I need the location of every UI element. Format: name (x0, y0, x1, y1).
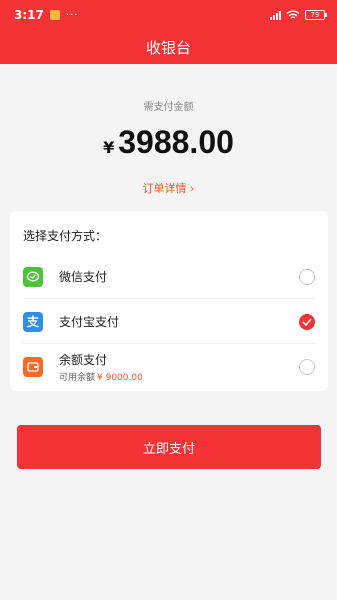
payment-option-text: 支付宝支付 (59, 313, 119, 330)
battery-icon: 79 (305, 10, 327, 20)
cellular-signal-icon (270, 10, 281, 20)
status-bar: 3:17 ··· 79 (0, 0, 337, 30)
more-notifications-icon: ··· (65, 9, 79, 21)
wechat-pay-icon (23, 266, 43, 287)
check-icon (302, 317, 312, 326)
payment-option-wechat[interactable]: 微信支付 (23, 255, 315, 299)
status-time: 3:17 (14, 8, 44, 22)
amount-value: 3988.00 (118, 124, 234, 160)
payment-option-label: 支付宝支付 (59, 315, 120, 329)
amount-section: 需支付金额 ¥ 3988.00 订单详情 › (0, 64, 337, 212)
available-balance-value: ¥ 9000.00 (97, 373, 143, 383)
payment-section-title: 选择支付方式： (23, 229, 108, 243)
status-indicators: 79 (270, 10, 327, 20)
payment-option-balance[interactable]: 余额支付 可用余额 ¥ 9000.00 (23, 345, 315, 389)
pay-now-button[interactable]: 立即支付 (17, 425, 321, 469)
balance-radio-button[interactable] (299, 359, 315, 375)
wechat-radio-button[interactable] (299, 268, 315, 285)
amount-caption: 需支付金额 (143, 102, 194, 113)
order-details-link[interactable]: 订单详情 › (0, 180, 337, 196)
amount-display: ¥ 3988.00 (0, 124, 337, 161)
alipay-icon: 支 (23, 311, 43, 332)
payment-option-label: 余额支付 (59, 353, 108, 367)
payment-option-text: 余额支付 可用余额 ¥ 9000.00 (59, 351, 143, 383)
page-header: 收银台 (0, 30, 337, 64)
wallet-icon (23, 357, 43, 377)
page-title: 收银台 (145, 38, 191, 57)
payment-option-alipay[interactable]: 支 支付宝支付 (23, 300, 315, 344)
payment-method-card: 选择支付方式： 微信支付 支 支付宝支付 余额支付 可用余额 ¥ 9000.00 (10, 211, 328, 391)
available-balance: 可用余额 ¥ 9000.00 (59, 370, 143, 383)
payment-option-label: 微信支付 (59, 270, 108, 284)
available-balance-label: 可用余额 (59, 373, 96, 383)
alipay-radio-button[interactable] (299, 313, 315, 330)
currency-symbol: ¥ (103, 138, 115, 157)
wifi-icon (286, 10, 300, 19)
payment-option-text: 微信支付 (59, 268, 107, 285)
notification-app-icon (49, 10, 60, 20)
